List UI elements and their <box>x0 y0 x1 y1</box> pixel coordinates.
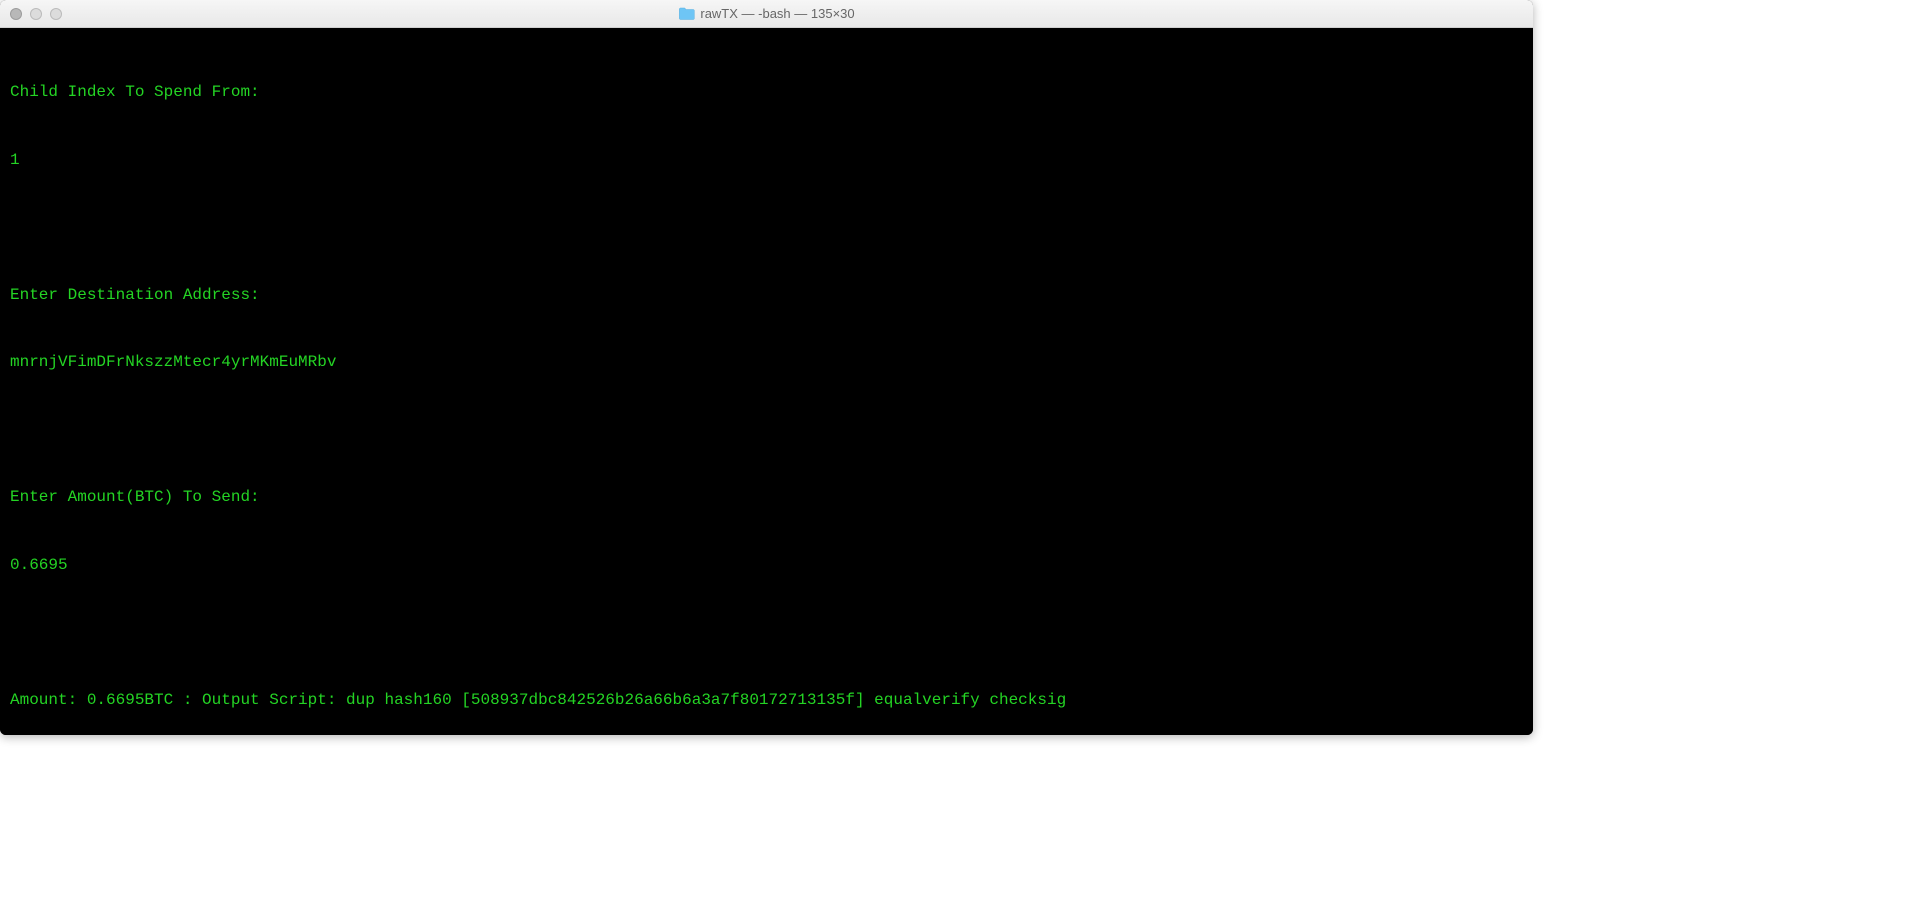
window-title-area: rawTX — -bash — 135×30 <box>678 6 854 21</box>
terminal-line <box>10 419 1523 442</box>
terminal-line <box>10 216 1523 239</box>
terminal-line: Child Index To Spend From: <box>10 81 1523 104</box>
terminal-line: Enter Amount(BTC) To Send: <box>10 486 1523 509</box>
close-button[interactable] <box>10 8 22 20</box>
window-title: rawTX — -bash — 135×30 <box>700 6 854 21</box>
folder-icon <box>678 7 694 20</box>
terminal-line: Enter Destination Address: <box>10 284 1523 307</box>
traffic-lights <box>10 8 62 20</box>
terminal-line: 1 <box>10 149 1523 172</box>
terminal-line: Amount: 0.6695BTC : Output Script: dup h… <box>10 689 1523 712</box>
terminal-line: 0.6695 <box>10 554 1523 577</box>
terminal-line <box>10 621 1523 644</box>
terminal-line: mnrnjVFimDFrNkszzMtecr4yrMKmEuMRbv <box>10 351 1523 374</box>
minimize-button[interactable] <box>30 8 42 20</box>
terminal-body[interactable]: Child Index To Spend From: 1 Enter Desti… <box>0 28 1533 735</box>
terminal-window: rawTX — -bash — 135×30 Child Index To Sp… <box>0 0 1533 735</box>
titlebar[interactable]: rawTX — -bash — 135×30 <box>0 0 1533 28</box>
maximize-button[interactable] <box>50 8 62 20</box>
